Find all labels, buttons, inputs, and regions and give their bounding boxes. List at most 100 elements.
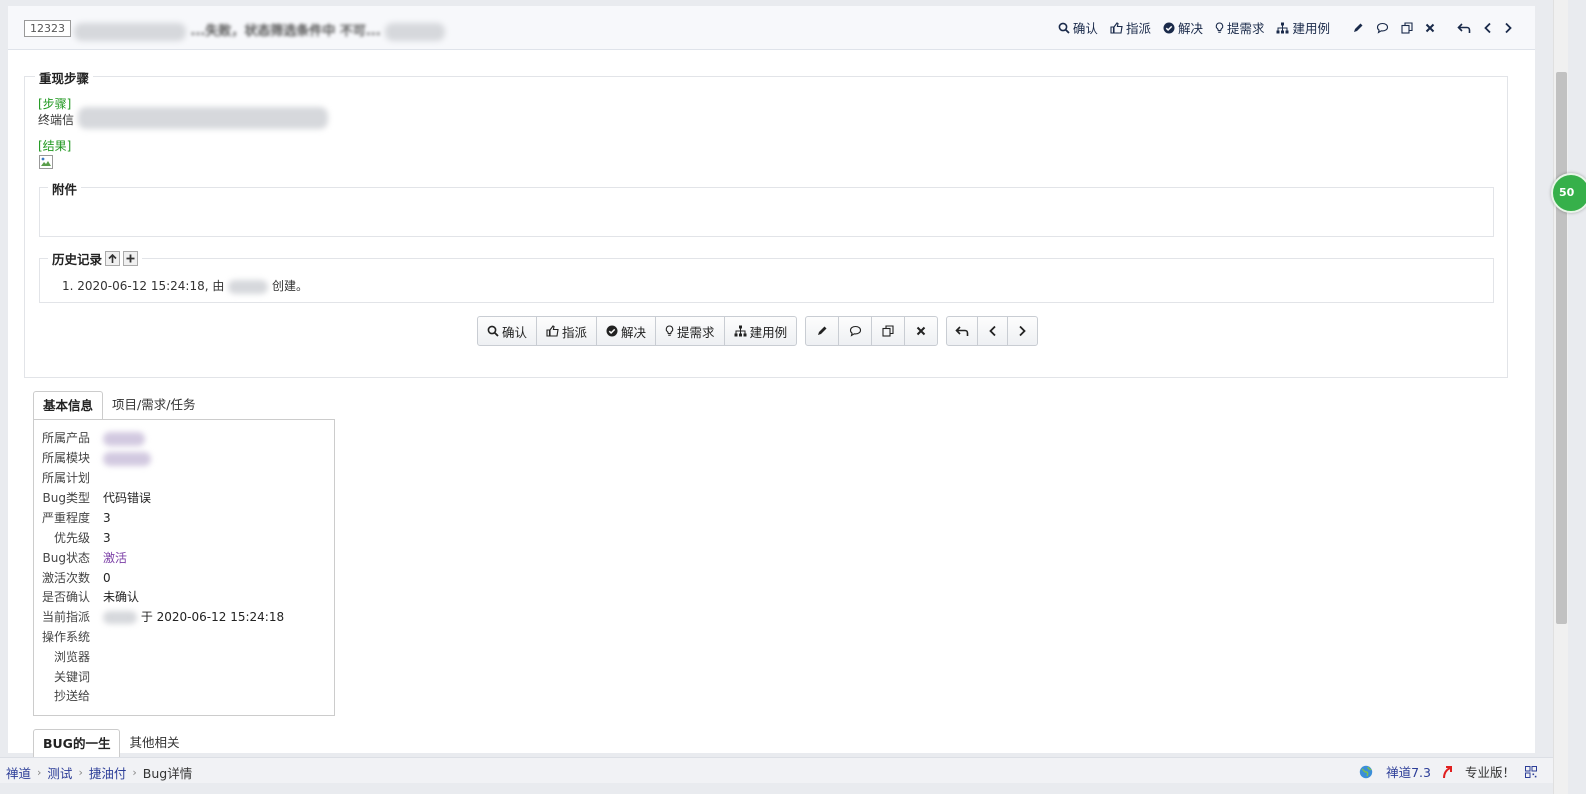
info-row-browser: 浏览器 (34, 647, 334, 667)
create-case-button[interactable]: 建用例 (723, 316, 798, 346)
module-label: 所属模块 (41, 451, 90, 465)
chevron-left-icon (1484, 22, 1491, 33)
copy-button[interactable] (871, 316, 906, 346)
close-icon (1425, 23, 1435, 32)
thumbs-up-icon (1110, 21, 1123, 34)
pro-link[interactable]: 专业版！ (1441, 762, 1515, 781)
comment-button[interactable] (1376, 22, 1389, 34)
history-expand-button[interactable] (123, 251, 139, 266)
cc-label: 抄送给 (53, 689, 90, 703)
status-button-group: 确认 指派 解决 提需求 建用例 (477, 316, 798, 346)
os-label: 操作系统 (41, 630, 90, 644)
assign-button[interactable]: 指派 (536, 316, 598, 346)
back-button[interactable] (946, 316, 979, 346)
tab-basic-info[interactable]: 基本信息 (33, 391, 104, 420)
assigned-value: 于 2020-06-12 15:24:18 (103, 607, 284, 627)
footer-right: 禅道7.3 专业版！ (1349, 762, 1537, 781)
breadcrumb-product[interactable]: 捷油付 (89, 763, 127, 782)
to-story-button[interactable]: 提需求 (1215, 18, 1265, 37)
redacted-blur (103, 611, 137, 624)
thumbs-up-icon (546, 325, 559, 337)
prev-button[interactable] (1483, 22, 1492, 34)
resolve-button[interactable]: 解决 (1163, 18, 1203, 37)
delete-button[interactable] (904, 316, 939, 346)
info-row-os: 操作系统 (34, 627, 334, 647)
assigned-date: 于 2020-06-12 15:24:18 (140, 610, 285, 624)
history-entry-prefix: 1. 2020-06-12 15:24:18, 由 (62, 279, 225, 293)
keywords-label: 关键词 (53, 670, 90, 684)
tab-bug-life[interactable]: BUG的一生 (33, 729, 121, 758)
redacted-blur (385, 22, 446, 41)
severity-label: 严重程度 (41, 511, 90, 525)
edit-button[interactable] (805, 316, 840, 346)
to-story-button[interactable]: 提需求 (655, 316, 725, 346)
info-row-severity: 严重程度 3 (34, 508, 334, 528)
plus-icon (126, 254, 135, 263)
confirm-label: 确认 (502, 324, 528, 340)
edit-button[interactable] (1352, 22, 1364, 34)
confirm-button[interactable]: 确认 (477, 316, 538, 346)
delete-button[interactable] (1425, 23, 1435, 33)
resolve-button[interactable]: 解决 (596, 316, 657, 346)
back-button[interactable] (1457, 22, 1471, 34)
history-fieldset: 历史记录 1. 2020-06-12 15:24:18, 由 创建。 (39, 249, 1494, 303)
breadcrumb-current: Bug详情 (142, 766, 193, 781)
confirm-button[interactable]: 确认 (1058, 18, 1098, 37)
tab-project-story-task[interactable]: 项目/需求/任务 (103, 391, 204, 420)
product-value[interactable] (103, 428, 145, 448)
status-value: 激活 (103, 551, 128, 565)
type-value: 代码错误 (103, 491, 152, 505)
to-story-label: 提需求 (677, 324, 715, 340)
priority-label: 优先级 (53, 531, 90, 545)
info-row-type: Bug类型 代码错误 (34, 488, 334, 508)
pro-label: 专业版！ (1464, 765, 1515, 780)
qrcode-icon (1525, 765, 1537, 778)
vertical-scrollbar[interactable] (1553, 0, 1568, 794)
assign-label: 指派 (562, 324, 588, 340)
main-panel: 重现步骤 [步骤] 终端信 [结果] 附件 历史记录 1. 2020-06-12… (8, 50, 1535, 758)
info-row-product: 所属产品 (34, 428, 334, 448)
nav-button-group (946, 316, 1039, 346)
search-icon (1058, 22, 1070, 34)
next-button[interactable] (1007, 316, 1039, 346)
history-entry-suffix: 创建。 (272, 279, 309, 293)
floating-badge[interactable]: 50 (1551, 173, 1586, 213)
info-tabs: 基本信息 项目/需求/任务 (33, 391, 204, 420)
copy-icon (1401, 21, 1413, 34)
footer-bar: 禅道 › 测试 › 捷油付 › Bug详情 禅道7.3 专业版！ (0, 757, 1553, 783)
history-reverse-button[interactable] (105, 251, 121, 266)
history-legend-label: 历史记录 (52, 252, 103, 267)
pencil-icon (1354, 23, 1363, 32)
assign-button[interactable]: 指派 (1110, 18, 1151, 37)
copy-button[interactable] (1401, 21, 1413, 34)
scrollbar-thumb[interactable] (1556, 72, 1567, 624)
confirmed-label: 是否确认 (41, 590, 90, 604)
status-label: Bug状态 (42, 551, 90, 565)
bug-id-badge: 12323 (24, 20, 71, 37)
breadcrumb-test[interactable]: 测试 (47, 763, 72, 782)
to-story-label: 提需求 (1226, 21, 1265, 36)
next-button[interactable] (1504, 22, 1513, 34)
prev-button[interactable] (977, 316, 1009, 346)
severity-value: 3 (103, 511, 111, 525)
comment-button[interactable] (838, 316, 873, 346)
search-icon (487, 325, 499, 337)
product-label: 所属产品 (41, 431, 90, 445)
qrcode-button[interactable] (1525, 765, 1537, 778)
tab-other-related[interactable]: 其他相关 (120, 729, 188, 758)
resolve-label: 解决 (1177, 21, 1203, 36)
redacted-blur (74, 22, 186, 41)
life-tabs: BUG的一生 其他相关 (33, 729, 188, 758)
create-case-button[interactable]: 建用例 (1276, 18, 1330, 37)
edit-button-group (805, 316, 939, 346)
assign-label: 指派 (1125, 21, 1151, 36)
module-value[interactable] (103, 448, 151, 468)
breadcrumb-home[interactable]: 禅道 (6, 763, 31, 782)
create-case-label: 建用例 (1292, 21, 1330, 36)
version-link[interactable]: 禅道7.3 (1359, 762, 1431, 781)
breadcrumb: 禅道 › 测试 › 捷油付 › Bug详情 (6, 763, 192, 782)
info-row-confirmed: 是否确认 未确认 (34, 587, 334, 607)
breadcrumb-separator: › (132, 766, 137, 779)
info-row-keywords: 关键词 (34, 667, 334, 687)
info-row-activated-count: 激活次数 0 (34, 568, 334, 588)
